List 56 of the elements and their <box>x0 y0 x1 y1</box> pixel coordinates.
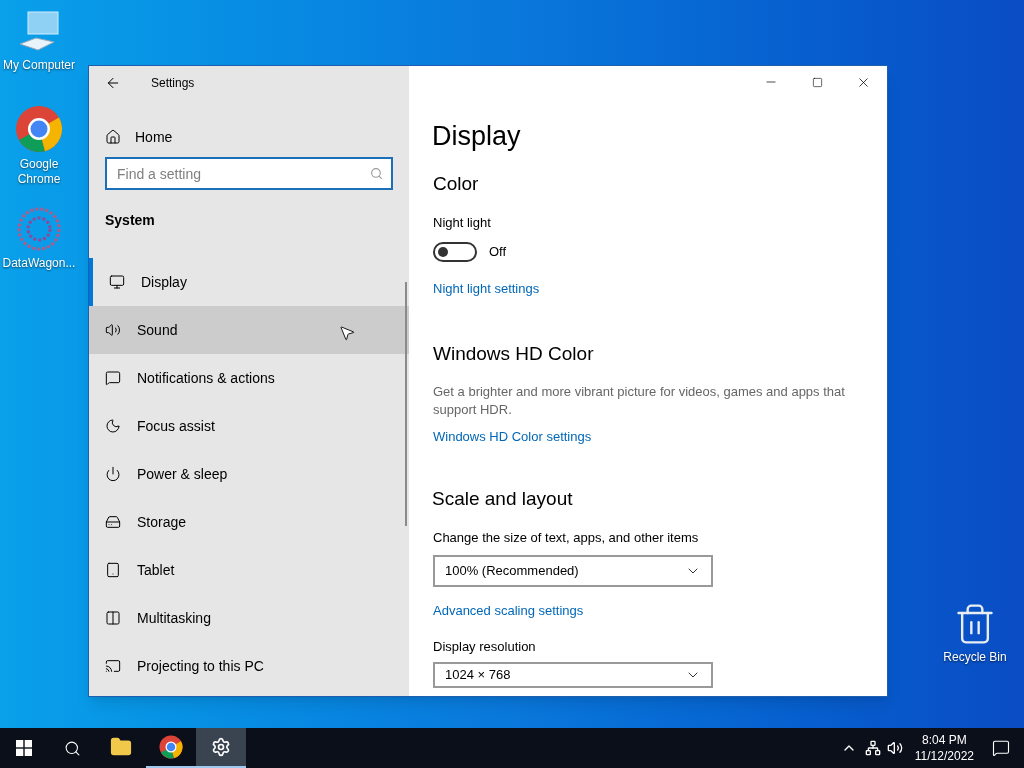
taskbar-app[interactable] <box>196 728 246 768</box>
maximize-icon <box>811 76 823 88</box>
nav-item[interactable]: Notifications & actions <box>89 354 409 402</box>
toggle-state-label: Off <box>489 242 507 261</box>
folder-icon <box>110 736 132 758</box>
search-icon <box>370 167 383 180</box>
columns-icon <box>105 610 121 626</box>
message-icon <box>105 370 121 386</box>
search-icon <box>63 739 81 757</box>
nav-item[interactable]: Projecting to this PC <box>89 642 409 690</box>
section-heading: Scale and layout <box>432 486 574 511</box>
drive-icon <box>105 514 121 530</box>
chrome-logo-icon <box>15 105 63 153</box>
settings-link[interactable]: Windows HD Color settings <box>433 427 592 447</box>
settings-icon <box>211 737 231 757</box>
section-heading: System <box>105 211 156 230</box>
setting-label: Change the size of text, apps, and other items <box>433 528 700 547</box>
network-icon[interactable] <box>864 740 881 756</box>
section-heading: Windows HD Color <box>433 342 595 366</box>
nav-item[interactable]: Multitasking <box>89 594 409 642</box>
home-link[interactable]: Home <box>89 125 409 149</box>
toggle-switch[interactable] <box>433 241 477 262</box>
nav-item[interactable]: Storage <box>89 498 409 546</box>
speaker-icon <box>105 322 121 338</box>
home-icon <box>105 129 121 145</box>
back-button[interactable] <box>105 75 121 91</box>
mouse-cursor-icon <box>338 324 356 342</box>
volume-icon[interactable] <box>886 740 903 756</box>
windows-logo-icon <box>16 740 32 756</box>
network-pattern-icon <box>16 206 62 252</box>
resolution-dropdown[interactable]: 1024 × 768 <box>433 662 713 688</box>
settings-link[interactable]: Night light settings <box>433 278 540 298</box>
search-field[interactable]: Find a setting <box>105 157 393 190</box>
page-title: Display <box>432 120 522 152</box>
setting-label: Display resolution <box>433 637 537 656</box>
power-icon <box>105 466 121 482</box>
section-heading: Color <box>433 172 480 196</box>
chrome-logo-icon <box>159 735 183 759</box>
description-text: Get a brighter and more vibrant picture for videos, games and apps that support HDR. <box>433 383 846 419</box>
tablet-icon <box>105 562 121 578</box>
screens-icon <box>105 658 121 674</box>
clock-time: 8:04 PM <box>922 732 967 748</box>
nav-item[interactable]: Focus assist <box>89 402 409 450</box>
nav-item[interactable]: Tablet <box>89 546 409 594</box>
settings-link[interactable]: Advanced scaling settings <box>433 601 584 621</box>
notifications-icon[interactable] <box>992 739 1010 757</box>
window-title: Settings <box>151 75 195 92</box>
nav-item[interactable]: Sound <box>89 306 409 354</box>
clock-date: 11/12/2022 <box>914 748 974 764</box>
desktop-icon-label[interactable]: Recycle Bin <box>943 650 1007 665</box>
monitor-icon <box>109 274 125 290</box>
setting-label: Night light <box>433 214 492 232</box>
nav-item[interactable]: Power & sleep <box>89 450 409 498</box>
moon-icon <box>105 418 121 434</box>
clock[interactable]: 8:04 PM 11/12/2022 <box>910 732 978 764</box>
scale-dropdown[interactable]: 100% (Recommended) <box>433 555 713 587</box>
